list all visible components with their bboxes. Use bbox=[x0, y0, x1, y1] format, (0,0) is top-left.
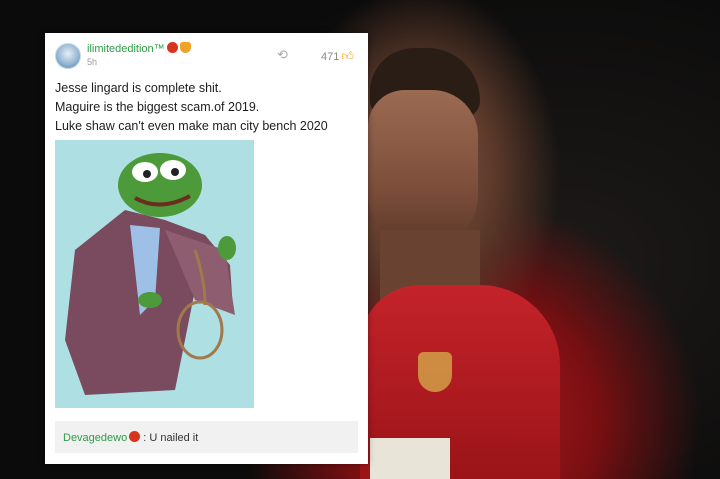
avatar[interactable] bbox=[55, 43, 81, 69]
post-body: Jesse lingard is complete shit. Maguire … bbox=[55, 79, 360, 136]
crown-badge-icon bbox=[179, 42, 191, 53]
post-timestamp: 5h bbox=[87, 57, 98, 67]
post-author[interactable]: ilimitededition™ bbox=[87, 42, 191, 55]
post-line: Jesse lingard is complete shit. bbox=[55, 81, 222, 95]
like-count: 471 bbox=[321, 51, 340, 63]
share-icon: ⟲ bbox=[277, 47, 288, 62]
player-face bbox=[368, 90, 478, 250]
share-button[interactable]: ⟲ bbox=[277, 47, 288, 63]
post-line: Maguire is the biggest scam.of 2019. bbox=[55, 100, 260, 114]
meme-illustration bbox=[55, 140, 254, 408]
thumbs-up-icon: 👍︎ bbox=[341, 49, 354, 63]
shirt-cross bbox=[370, 438, 450, 479]
club-badge-icon bbox=[129, 431, 141, 442]
post-card: ilimitededition™ 5h ⟲ 471 👍︎ Jesse lingar… bbox=[45, 33, 368, 464]
club-badge-icon bbox=[166, 42, 178, 53]
comment: Devagedewo : U nailed it bbox=[63, 431, 198, 444]
like-button[interactable]: 471 👍︎ bbox=[321, 49, 354, 64]
comment-author[interactable]: Devagedewo bbox=[63, 432, 127, 444]
comment-row[interactable]: Devagedewo : U nailed it bbox=[55, 421, 358, 453]
club-crest bbox=[418, 352, 452, 392]
username-label[interactable]: ilimitededition™ bbox=[87, 43, 165, 55]
comment-text: : U nailed it bbox=[143, 432, 199, 444]
pepe-meme-image[interactable] bbox=[55, 140, 254, 408]
post-line: Luke shaw can't even make man city bench… bbox=[55, 119, 328, 133]
